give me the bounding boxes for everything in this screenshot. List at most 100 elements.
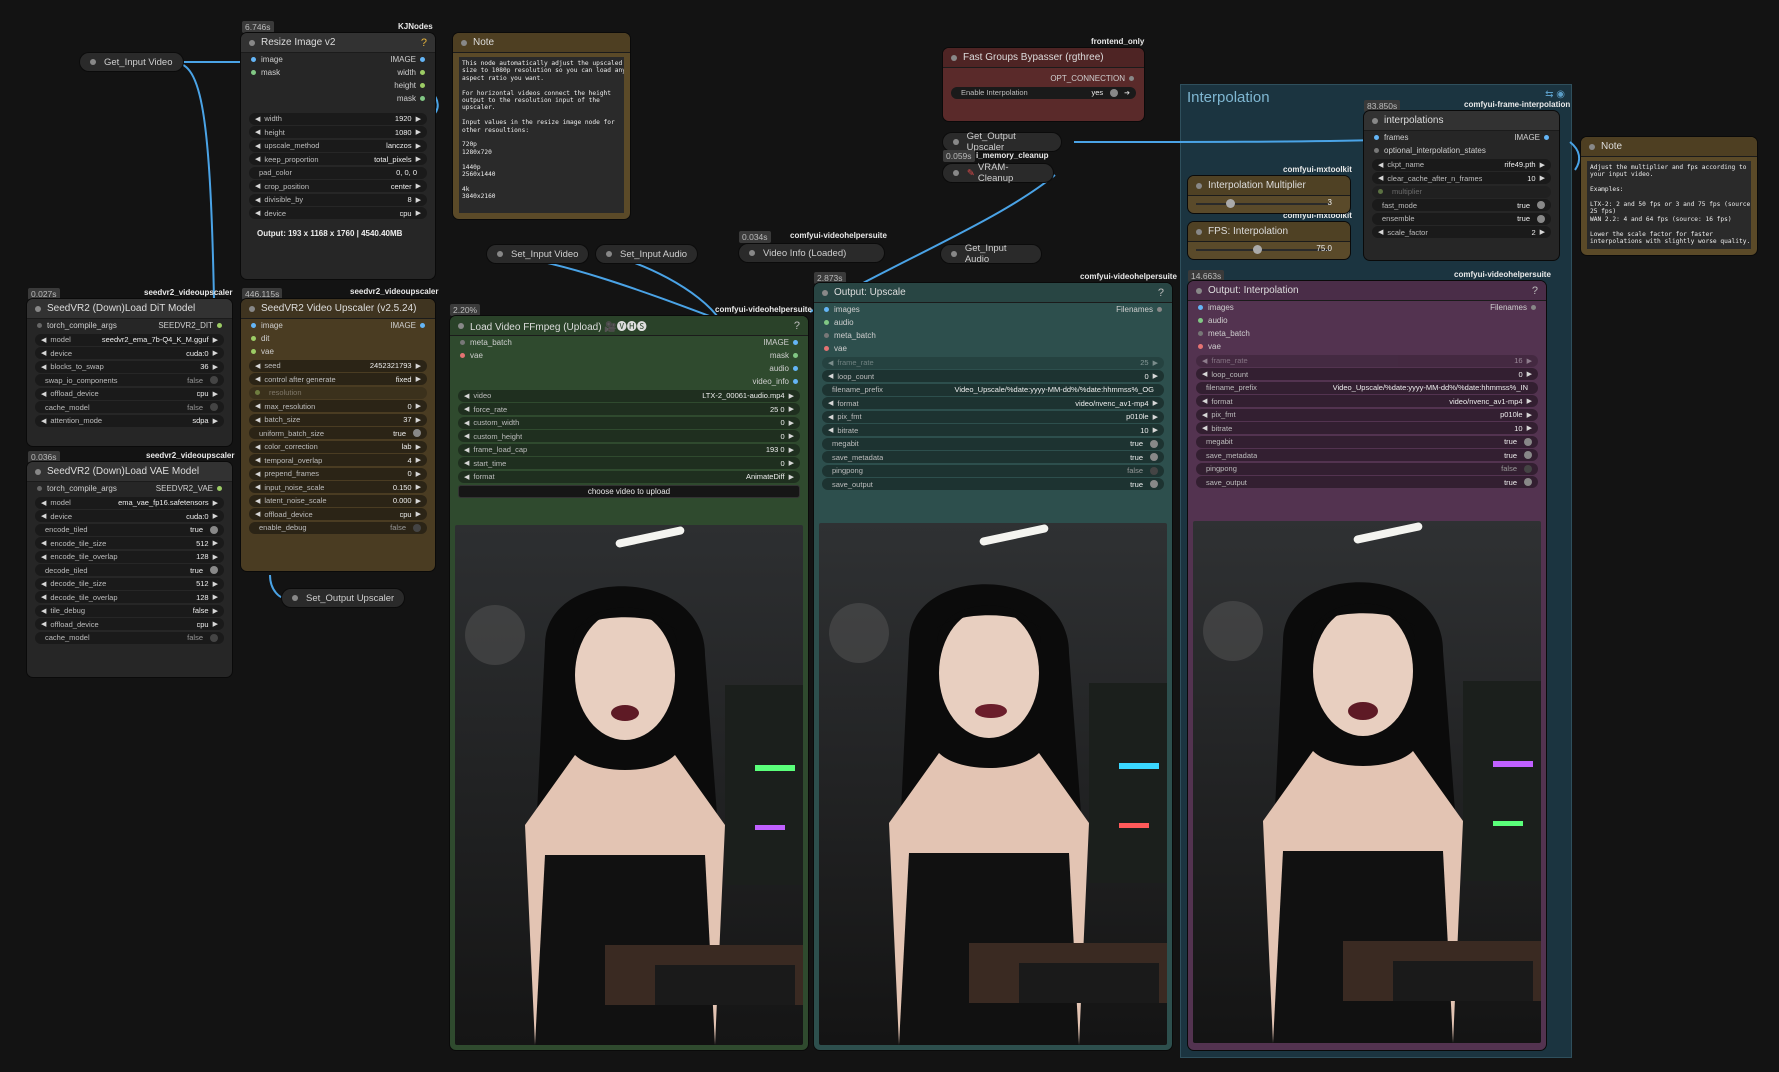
video-preview[interactable]	[819, 523, 1167, 1045]
increment-arrow-icon[interactable]: ▶	[416, 497, 421, 505]
input-noise-scale-widget[interactable]: ◀ input_noise_scale 0.150 ▶	[249, 481, 427, 493]
video-preview[interactable]	[1193, 521, 1541, 1043]
keep-proportion-widget[interactable]: ◀ keep_proportion total_pixels ▶	[249, 153, 427, 165]
save-output-toggle[interactable]: save_output true	[1196, 476, 1538, 488]
help-icon[interactable]: ?	[1158, 287, 1164, 299]
upload-video-button[interactable]: choose video to upload	[458, 484, 800, 498]
increment-arrow-icon[interactable]: ▶	[213, 336, 218, 344]
input-slot-mask[interactable]: mask width	[241, 66, 435, 79]
custom-height-widget[interactable]: ◀ custom_height 0 ▶	[458, 430, 800, 442]
save-metadata-toggle[interactable]: save_metadata true	[822, 451, 1164, 463]
increment-arrow-icon[interactable]: ▶	[213, 390, 218, 398]
node-header[interactable]: Interpolation Multiplier	[1188, 176, 1350, 196]
offload-device-widget[interactable]: ◀ offload_device cpu ▶	[249, 508, 427, 520]
node-header[interactable]: Resize Image v2?	[241, 33, 435, 53]
increment-arrow-icon[interactable]: ▶	[416, 483, 421, 491]
input-slot-states[interactable]: optional_interpolation_states	[1364, 144, 1559, 157]
decrement-arrow-icon[interactable]: ◀	[41, 349, 46, 357]
decrement-arrow-icon[interactable]: ◀	[255, 443, 260, 451]
pix-fmt-widget[interactable]: ◀ pix_fmt p010le ▶	[822, 410, 1164, 423]
crop-position-widget[interactable]: ◀ crop_position center ▶	[249, 180, 427, 192]
decrement-arrow-icon[interactable]: ◀	[1202, 411, 1207, 419]
decrement-arrow-icon[interactable]: ◀	[464, 405, 469, 413]
increment-arrow-icon[interactable]: ▶	[1153, 413, 1158, 421]
increment-arrow-icon[interactable]: ▶	[1540, 228, 1545, 236]
node-header[interactable]: SeedVR2 Video Upscaler (v2.5.24)	[241, 299, 435, 319]
load-video-node[interactable]: Load Video FFmpeg (Upload) 🎥🅥🅗🅢? meta_ba…	[450, 316, 808, 1050]
custom-width-widget[interactable]: ◀ custom_width 0 ▶	[458, 416, 800, 429]
increment-arrow-icon[interactable]: ▶	[1540, 174, 1545, 182]
frame-load-cap-widget[interactable]: ◀ frame_load_cap 193 0 ▶	[458, 443, 800, 456]
decode-tile-size-widget[interactable]: ◀ decode_tile_size 512 ▶	[35, 577, 224, 590]
increment-arrow-icon[interactable]: ▶	[789, 432, 794, 440]
decrement-arrow-icon[interactable]: ◀	[464, 473, 469, 481]
increment-arrow-icon[interactable]: ▶	[213, 580, 218, 588]
fast-mode-toggle[interactable]: fast_mode true	[1372, 199, 1551, 211]
slider-thumb[interactable]	[1226, 199, 1235, 208]
node-canvas[interactable]: Interpolation ⇆ ◉ Get_Input Video Set_In…	[0, 0, 1779, 1072]
increment-arrow-icon[interactable]: ▶	[789, 473, 794, 481]
decrement-arrow-icon[interactable]: ◀	[41, 620, 46, 628]
set-input-audio-node[interactable]: Set_Input Audio	[596, 245, 698, 263]
help-icon[interactable]: ?	[421, 37, 427, 49]
set-output-upscaler-node[interactable]: Set_Output Upscaler	[282, 589, 405, 607]
decrement-arrow-icon[interactable]: ◀	[41, 363, 46, 371]
format-widget[interactable]: ◀ format video/nvenc_av1-mp4 ▶	[1196, 395, 1538, 407]
frame-rate-widget[interactable]: ◀ frame_rate 16 ▶	[1196, 354, 1538, 367]
input-slot-audio[interactable]: audio	[814, 316, 1172, 329]
model-widget[interactable]: ◀ model seedvr2_ema_7b-Q4_K_M.gguf ▶	[35, 333, 224, 346]
clear-cache-widget[interactable]: ◀ clear_cache_after_n_frames 10 ▶	[1372, 172, 1551, 184]
enable-debug-toggle[interactable]: enable_debug false	[249, 521, 427, 534]
increment-arrow-icon[interactable]: ▶	[789, 446, 794, 454]
note-textarea[interactable]: Adjust the multiplier and fps according …	[1587, 161, 1751, 249]
decrement-arrow-icon[interactable]: ◀	[255, 510, 260, 518]
decrement-arrow-icon[interactable]: ◀	[41, 553, 46, 561]
decrement-arrow-icon[interactable]: ◀	[41, 539, 46, 547]
dit-loader-node[interactable]: SeedVR2 (Down)Load DiT Model torch_compi…	[27, 299, 232, 446]
decrement-arrow-icon[interactable]: ◀	[255, 128, 260, 136]
decrement-arrow-icon[interactable]: ◀	[41, 417, 46, 425]
save-output-toggle[interactable]: save_output true	[822, 478, 1164, 490]
input-slot-meta-batch[interactable]: meta_batch	[1188, 327, 1546, 340]
decrement-arrow-icon[interactable]: ◀	[41, 593, 46, 601]
output-slot-video-info[interactable]: video_info	[450, 375, 808, 388]
divisible-by-widget[interactable]: ◀ divisible_by 8 ▶	[249, 193, 427, 206]
decrement-arrow-icon[interactable]: ◀	[41, 607, 46, 615]
height-widget[interactable]: ◀ height 1080 ▶	[249, 126, 427, 138]
decrement-arrow-icon[interactable]: ◀	[41, 336, 46, 344]
decrement-arrow-icon[interactable]: ◀	[1202, 357, 1207, 365]
scale-factor-widget[interactable]: ◀ scale_factor 2 ▶	[1372, 226, 1551, 238]
pix-fmt-widget[interactable]: ◀ pix_fmt p010le ▶	[1196, 408, 1538, 421]
batch-size-widget[interactable]: ◀ batch_size 37 ▶	[249, 413, 427, 426]
increment-arrow-icon[interactable]: ▶	[1527, 357, 1532, 365]
node-header[interactable]: SeedVR2 (Down)Load DiT Model	[27, 299, 232, 319]
force-rate-widget[interactable]: ◀ force_rate 25 0 ▶	[458, 403, 800, 415]
increment-arrow-icon[interactable]: ▶	[213, 620, 218, 628]
decrement-arrow-icon[interactable]: ◀	[464, 446, 469, 454]
node-header[interactable]: FPS: Interpolation	[1188, 222, 1350, 242]
offload-device-widget[interactable]: ◀ offload_device cpu ▶	[35, 618, 224, 630]
output-slot-height[interactable]: height	[241, 79, 435, 92]
decrement-arrow-icon[interactable]: ◀	[828, 426, 833, 434]
node-header[interactable]: Fast Groups Bypasser (rgthree)	[943, 48, 1144, 68]
increment-arrow-icon[interactable]: ▶	[416, 416, 421, 424]
loop-count-widget[interactable]: ◀ loop_count 0 ▶	[1196, 368, 1538, 380]
color-correction-widget[interactable]: ◀ color_correction lab ▶	[249, 440, 427, 453]
model-widget[interactable]: ◀ model ema_vae_fp16.safetensors ▶	[35, 496, 224, 509]
input-slot-frames[interactable]: frames IMAGE	[1364, 131, 1559, 144]
increment-arrow-icon[interactable]: ▶	[213, 363, 218, 371]
decrement-arrow-icon[interactable]: ◀	[1202, 370, 1207, 378]
input-slot-dit[interactable]: dit	[241, 332, 435, 345]
decrement-arrow-icon[interactable]: ◀	[464, 459, 469, 467]
decrement-arrow-icon[interactable]: ◀	[255, 142, 260, 150]
increment-arrow-icon[interactable]: ▶	[416, 402, 421, 410]
increment-arrow-icon[interactable]: ▶	[789, 419, 794, 427]
swap-io-toggle[interactable]: swap_io_components false	[35, 374, 224, 386]
increment-arrow-icon[interactable]: ▶	[1527, 424, 1532, 432]
uniform-batch-size-toggle[interactable]: uniform_batch_size true	[249, 427, 427, 439]
bitrate-widget[interactable]: ◀ bitrate 10 ▶	[1196, 422, 1538, 434]
encode-tile-size-widget[interactable]: ◀ encode_tile_size 512 ▶	[35, 537, 224, 549]
start-time-widget[interactable]: ◀ start_time 0 ▶	[458, 457, 800, 469]
upscale-method-widget[interactable]: ◀ upscale_method lanczos ▶	[249, 139, 427, 152]
latent-noise-scale-widget[interactable]: ◀ latent_noise_scale 0.000 ▶	[249, 494, 427, 507]
